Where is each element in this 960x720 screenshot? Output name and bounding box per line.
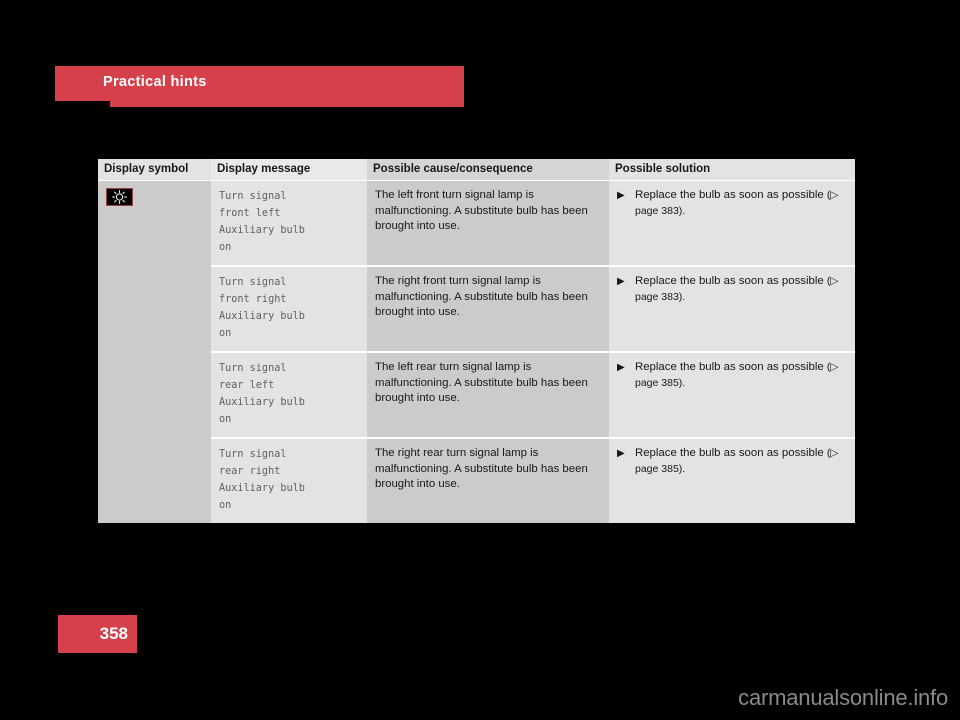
cell-possible-solution: ▶ Replace the bulb as soon as possible (…: [609, 438, 855, 523]
cell-display-message: Turn signal rear right Auxiliary bulb on: [211, 438, 367, 523]
table-row: Turn signal rear left Auxiliary bulb on …: [98, 352, 855, 439]
section-header-tab: [110, 101, 464, 107]
table-row: Turn signal front left Auxiliary bulb on…: [98, 180, 855, 523]
solution-text: Replace the bulb as soon as possible: [635, 275, 824, 287]
column-header-display-message: Display message: [211, 159, 367, 181]
column-header-display-symbol: Display symbol: [98, 159, 211, 181]
section-header-bar: Practical hints: [55, 66, 464, 107]
page-number-badge: 358: [58, 615, 137, 653]
bullet-triangle-icon: ▶: [617, 362, 625, 373]
solution-text: Replace the bulb as soon as possible: [635, 189, 824, 201]
column-header-possible-solution: Possible solution: [609, 159, 855, 181]
cell-possible-cause: The right front turn signal lamp is malf…: [367, 266, 609, 353]
cell-display-message: Turn signal front right Auxiliary bulb o…: [211, 266, 367, 353]
table-header-row: Display symbol Display message Possible …: [98, 159, 855, 181]
bullet-triangle-icon: ▶: [617, 276, 625, 287]
cell-possible-cause: The left rear turn signal lamp is malfun…: [367, 352, 609, 439]
cell-possible-solution: ▶ Replace the bulb as soon as possible (…: [609, 266, 855, 353]
site-watermark: carmanualsonline.info: [738, 685, 948, 710]
cell-display-symbol: [98, 180, 211, 523]
cell-possible-cause: The right rear turn signal lamp is malfu…: [367, 438, 609, 523]
cell-possible-solution: ▶ Replace the bulb as soon as possible (…: [609, 180, 855, 267]
cell-display-message: Turn signal rear left Auxiliary bulb on: [211, 352, 367, 439]
solution-text: Replace the bulb as soon as possible: [635, 361, 824, 373]
column-header-possible-cause: Possible cause/consequence: [367, 159, 609, 181]
bullet-triangle-icon: ▶: [617, 448, 625, 459]
section-title: Practical hints: [103, 74, 207, 90]
table-row: Turn signal front right Auxiliary bulb o…: [98, 266, 855, 353]
cell-display-message: Turn signal front left Auxiliary bulb on: [211, 180, 367, 267]
display-messages-table: Display symbol Display message Possible …: [98, 159, 855, 523]
page-number: 358: [99, 624, 128, 643]
cell-possible-cause: The left front turn signal lamp is malfu…: [367, 180, 609, 267]
cell-possible-solution: ▶ Replace the bulb as soon as possible (…: [609, 352, 855, 439]
bullet-triangle-icon: ▶: [617, 190, 625, 201]
solution-text: Replace the bulb as soon as possible: [635, 447, 824, 459]
table-row: Turn signal rear right Auxiliary bulb on…: [98, 438, 855, 523]
table-body: Turn signal front left Auxiliary bulb on…: [98, 180, 855, 523]
bulb-failure-icon: [106, 188, 133, 206]
